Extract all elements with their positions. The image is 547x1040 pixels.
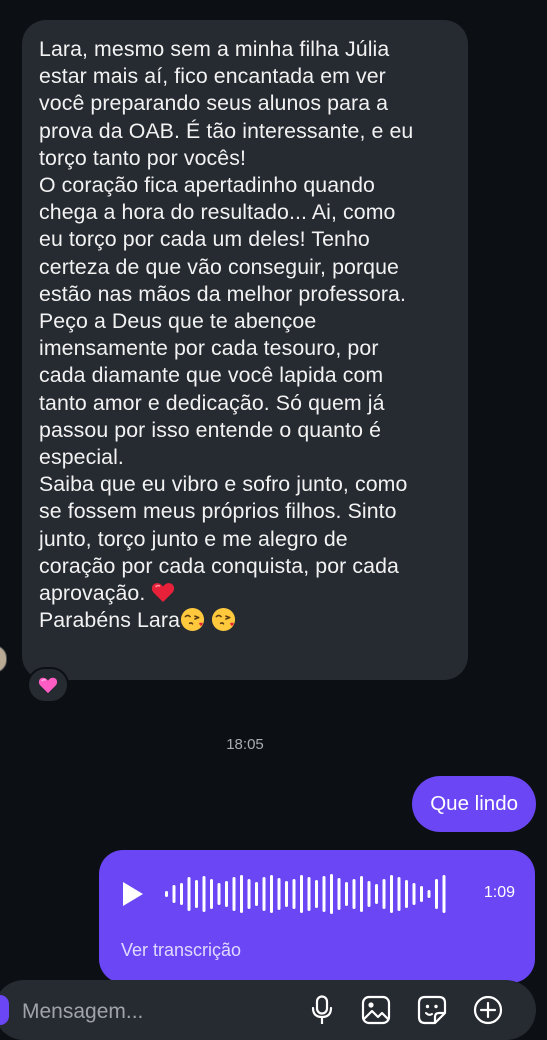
waveform-bar xyxy=(345,882,348,906)
sender-avatar[interactable] xyxy=(0,645,7,673)
outgoing-message-bubble[interactable]: Que lindo xyxy=(412,776,536,832)
waveform-bar xyxy=(405,880,408,908)
voice-message-bubble[interactable]: 1:09 Ver transcrição xyxy=(99,850,535,983)
view-transcript-link[interactable]: Ver transcrição xyxy=(121,940,241,961)
waveform-bar xyxy=(300,875,303,913)
waveform-bar xyxy=(360,876,363,912)
waveform-bar xyxy=(262,877,266,911)
waveform-bar xyxy=(435,879,438,909)
waveform-bar xyxy=(390,875,393,913)
waveform-bar xyxy=(210,879,213,909)
waveform-bar xyxy=(232,877,236,911)
sticker-icon[interactable] xyxy=(417,995,447,1025)
waveform-bar xyxy=(195,880,198,908)
waveform-bar xyxy=(427,890,431,898)
waveform-bar xyxy=(270,875,273,913)
waveform-bar xyxy=(172,885,176,903)
waveform-bar xyxy=(240,875,243,913)
incoming-message-text: Lara, mesmo sem a minha filha Júlia esta… xyxy=(39,37,414,633)
waveform-bar xyxy=(247,879,251,909)
red-heart-icon xyxy=(152,583,175,603)
waveform-bar xyxy=(412,883,416,905)
waveform-bar xyxy=(225,881,228,907)
message-reaction[interactable] xyxy=(27,667,69,703)
waveform-bar xyxy=(217,883,221,905)
waveform-bar xyxy=(352,879,356,909)
waveform-bar xyxy=(187,877,191,911)
waveform-bar xyxy=(202,876,206,912)
waveform-bar xyxy=(330,874,333,914)
waveform-bar xyxy=(322,876,326,912)
incoming-message-bubble[interactable]: Lara, mesmo sem a minha filha Júlia esta… xyxy=(22,20,468,680)
message-timestamp: 18:05 xyxy=(226,736,264,753)
waveform-bar xyxy=(277,878,281,910)
waveform-bar xyxy=(397,877,401,911)
waveform-bar xyxy=(255,882,258,906)
waveform-bar xyxy=(442,875,446,913)
face-blowing-kiss-icon xyxy=(180,608,205,632)
voice-duration: 1:09 xyxy=(483,884,515,901)
waveform-bar xyxy=(292,879,296,909)
waveform[interactable] xyxy=(163,872,463,916)
pink-heart-icon xyxy=(38,677,58,694)
waveform-bar xyxy=(180,883,183,905)
waveform-bar xyxy=(307,877,311,911)
face-blowing-kiss-icon xyxy=(212,608,236,632)
waveform-bar xyxy=(285,881,288,907)
waveform-bar xyxy=(367,881,371,907)
camera-button[interactable] xyxy=(0,995,9,1025)
waveform-bar xyxy=(420,886,423,902)
waveform-bar xyxy=(165,891,168,897)
waveform-bar xyxy=(375,884,378,904)
plus-icon[interactable] xyxy=(473,995,503,1025)
message-input[interactable]: Mensagem... xyxy=(22,1000,143,1024)
waveform-bar xyxy=(337,878,341,910)
outgoing-message-text: Que lindo xyxy=(430,792,518,815)
gallery-icon[interactable] xyxy=(361,995,391,1025)
waveform-bar xyxy=(315,880,318,908)
play-icon[interactable] xyxy=(121,881,145,907)
microphone-icon[interactable] xyxy=(311,995,333,1025)
message-composer[interactable]: Mensagem... xyxy=(0,980,536,1040)
waveform-bar xyxy=(382,879,386,909)
